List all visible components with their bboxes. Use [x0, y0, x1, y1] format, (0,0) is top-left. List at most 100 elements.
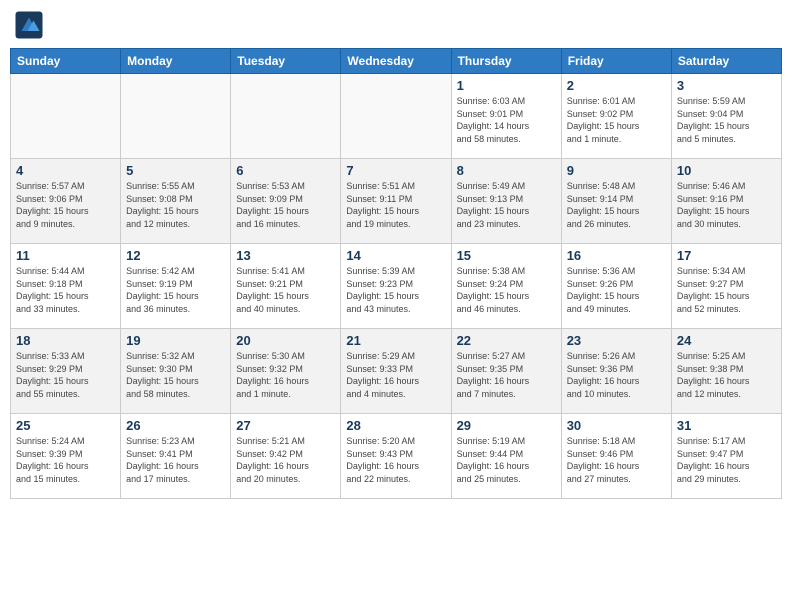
day-number: 26: [126, 418, 225, 433]
day-info: Sunrise: 5:34 AM Sunset: 9:27 PM Dayligh…: [677, 265, 776, 315]
day-cell: 8 Sunrise: 5:49 AM Sunset: 9:13 PM Daylig…: [451, 159, 561, 244]
day-info: Sunrise: 5:20 AM Sunset: 9:43 PM Dayligh…: [346, 435, 445, 485]
week-row-2: 4Sunrise: 5:57 AM Sunset: 9:06 PM Daylig…: [11, 159, 782, 244]
day-number: 8: [457, 163, 556, 178]
day-number: 19: [126, 333, 225, 348]
day-info: Sunrise: 5:30 AM Sunset: 9:32 PM Dayligh…: [236, 350, 335, 400]
day-cell: 28 Sunrise: 5:20 AM Sunset: 9:43 PM Dayli…: [341, 414, 451, 499]
weekday-header-tuesday: Tuesday: [231, 49, 341, 74]
day-number: 1: [457, 78, 556, 93]
day-info: Sunrise: 5:23 AM Sunset: 9:41 PM Dayligh…: [126, 435, 225, 485]
day-cell: 16 Sunrise: 5:36 AM Sunset: 9:26 PM Dayli…: [561, 244, 671, 329]
logo-icon: [14, 10, 44, 40]
day-info: Sunrise: 5:55 AM Sunset: 9:08 PM Dayligh…: [126, 180, 225, 230]
day-info: Sunrise: 5:29 AM Sunset: 9:33 PM Dayligh…: [346, 350, 445, 400]
day-cell: [121, 74, 231, 159]
day-info: Sunrise: 5:59 AM Sunset: 9:04 PM Dayligh…: [677, 95, 776, 145]
day-number: 6: [236, 163, 335, 178]
day-cell: 29 Sunrise: 5:19 AM Sunset: 9:44 PM Dayli…: [451, 414, 561, 499]
day-info: Sunrise: 6:03 AM Sunset: 9:01 PM Dayligh…: [457, 95, 556, 145]
day-number: 12: [126, 248, 225, 263]
day-info: Sunrise: 5:27 AM Sunset: 9:35 PM Dayligh…: [457, 350, 556, 400]
day-number: 5: [126, 163, 225, 178]
day-number: 3: [677, 78, 776, 93]
day-info: Sunrise: 5:18 AM Sunset: 9:46 PM Dayligh…: [567, 435, 666, 485]
day-cell: 23Sunrise: 5:26 AM Sunset: 9:36 PM Dayli…: [561, 329, 671, 414]
day-info: Sunrise: 5:44 AM Sunset: 9:18 PM Dayligh…: [16, 265, 115, 315]
day-info: Sunrise: 5:41 AM Sunset: 9:21 PM Dayligh…: [236, 265, 335, 315]
day-number: 28: [346, 418, 445, 433]
day-number: 10: [677, 163, 776, 178]
weekday-header-thursday: Thursday: [451, 49, 561, 74]
day-info: Sunrise: 5:38 AM Sunset: 9:24 PM Dayligh…: [457, 265, 556, 315]
day-cell: 9 Sunrise: 5:48 AM Sunset: 9:14 PM Daylig…: [561, 159, 671, 244]
day-cell: 2 Sunrise: 6:01 AM Sunset: 9:02 PM Daylig…: [561, 74, 671, 159]
day-number: 24: [677, 333, 776, 348]
page-header: [10, 10, 782, 40]
day-cell: [231, 74, 341, 159]
day-cell: 31Sunrise: 5:17 AM Sunset: 9:47 PM Dayli…: [671, 414, 781, 499]
week-row-5: 25Sunrise: 5:24 AM Sunset: 9:39 PM Dayli…: [11, 414, 782, 499]
day-info: Sunrise: 5:25 AM Sunset: 9:38 PM Dayligh…: [677, 350, 776, 400]
day-cell: 11 Sunrise: 5:44 AM Sunset: 9:18 PM Dayli…: [11, 244, 121, 329]
day-info: Sunrise: 5:17 AM Sunset: 9:47 PM Dayligh…: [677, 435, 776, 485]
day-info: Sunrise: 5:33 AM Sunset: 9:29 PM Dayligh…: [16, 350, 115, 400]
day-number: 2: [567, 78, 666, 93]
day-number: 9: [567, 163, 666, 178]
day-info: Sunrise: 5:19 AM Sunset: 9:44 PM Dayligh…: [457, 435, 556, 485]
weekday-header-monday: Monday: [121, 49, 231, 74]
day-number: 7: [346, 163, 445, 178]
day-number: 22: [457, 333, 556, 348]
day-number: 18: [16, 333, 115, 348]
day-number: 20: [236, 333, 335, 348]
day-cell: 6 Sunrise: 5:53 AM Sunset: 9:09 PM Daylig…: [231, 159, 341, 244]
day-number: 4: [16, 163, 115, 178]
day-cell: 17 Sunrise: 5:34 AM Sunset: 9:27 PM Dayli…: [671, 244, 781, 329]
day-number: 23: [567, 333, 666, 348]
weekday-header-friday: Friday: [561, 49, 671, 74]
calendar: SundayMondayTuesdayWednesdayThursdayFrid…: [10, 48, 782, 499]
day-info: Sunrise: 5:42 AM Sunset: 9:19 PM Dayligh…: [126, 265, 225, 315]
day-info: Sunrise: 5:39 AM Sunset: 9:23 PM Dayligh…: [346, 265, 445, 315]
day-cell: 1 Sunrise: 6:03 AM Sunset: 9:01 PM Daylig…: [451, 74, 561, 159]
day-number: 16: [567, 248, 666, 263]
day-cell: 26 Sunrise: 5:23 AM Sunset: 9:41 PM Dayli…: [121, 414, 231, 499]
day-info: Sunrise: 5:51 AM Sunset: 9:11 PM Dayligh…: [346, 180, 445, 230]
day-cell: 25Sunrise: 5:24 AM Sunset: 9:39 PM Dayli…: [11, 414, 121, 499]
day-number: 11: [16, 248, 115, 263]
day-cell: 14 Sunrise: 5:39 AM Sunset: 9:23 PM Dayli…: [341, 244, 451, 329]
weekday-header-sunday: Sunday: [11, 49, 121, 74]
day-cell: 27 Sunrise: 5:21 AM Sunset: 9:42 PM Dayli…: [231, 414, 341, 499]
day-cell: 20 Sunrise: 5:30 AM Sunset: 9:32 PM Dayli…: [231, 329, 341, 414]
day-cell: 5 Sunrise: 5:55 AM Sunset: 9:08 PM Daylig…: [121, 159, 231, 244]
day-number: 17: [677, 248, 776, 263]
day-info: Sunrise: 5:49 AM Sunset: 9:13 PM Dayligh…: [457, 180, 556, 230]
day-cell: 3 Sunrise: 5:59 AM Sunset: 9:04 PM Daylig…: [671, 74, 781, 159]
day-info: Sunrise: 5:21 AM Sunset: 9:42 PM Dayligh…: [236, 435, 335, 485]
day-cell: 4Sunrise: 5:57 AM Sunset: 9:06 PM Daylig…: [11, 159, 121, 244]
day-cell: 10 Sunrise: 5:46 AM Sunset: 9:16 PM Dayli…: [671, 159, 781, 244]
weekday-header-saturday: Saturday: [671, 49, 781, 74]
day-info: Sunrise: 5:48 AM Sunset: 9:14 PM Dayligh…: [567, 180, 666, 230]
day-info: Sunrise: 5:36 AM Sunset: 9:26 PM Dayligh…: [567, 265, 666, 315]
day-number: 27: [236, 418, 335, 433]
day-info: Sunrise: 6:01 AM Sunset: 9:02 PM Dayligh…: [567, 95, 666, 145]
day-cell: 21 Sunrise: 5:29 AM Sunset: 9:33 PM Dayli…: [341, 329, 451, 414]
week-row-3: 11 Sunrise: 5:44 AM Sunset: 9:18 PM Dayli…: [11, 244, 782, 329]
day-number: 13: [236, 248, 335, 263]
day-info: Sunrise: 5:24 AM Sunset: 9:39 PM Dayligh…: [16, 435, 115, 485]
day-cell: 7 Sunrise: 5:51 AM Sunset: 9:11 PM Daylig…: [341, 159, 451, 244]
weekday-header-wednesday: Wednesday: [341, 49, 451, 74]
day-number: 21: [346, 333, 445, 348]
week-row-4: 18 Sunrise: 5:33 AM Sunset: 9:29 PM Dayli…: [11, 329, 782, 414]
day-cell: [11, 74, 121, 159]
day-number: 30: [567, 418, 666, 433]
logo: [14, 10, 48, 40]
day-info: Sunrise: 5:46 AM Sunset: 9:16 PM Dayligh…: [677, 180, 776, 230]
day-number: 14: [346, 248, 445, 263]
day-info: Sunrise: 5:53 AM Sunset: 9:09 PM Dayligh…: [236, 180, 335, 230]
day-cell: 22 Sunrise: 5:27 AM Sunset: 9:35 PM Dayli…: [451, 329, 561, 414]
day-cell: 24 Sunrise: 5:25 AM Sunset: 9:38 PM Dayli…: [671, 329, 781, 414]
day-cell: [341, 74, 451, 159]
day-number: 29: [457, 418, 556, 433]
